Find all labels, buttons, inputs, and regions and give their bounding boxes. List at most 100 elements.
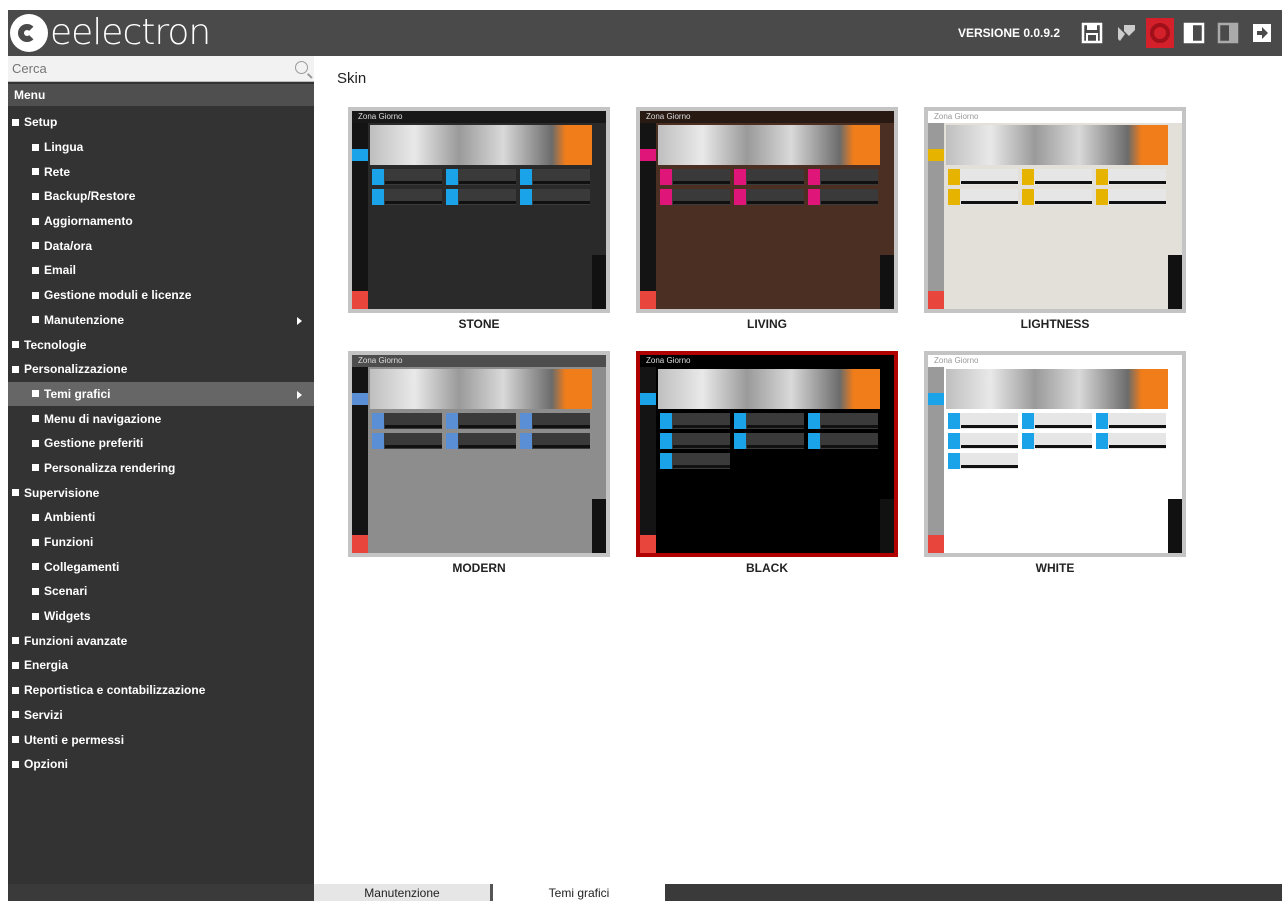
save-icon[interactable] bbox=[1078, 18, 1106, 48]
menu-item-backup-restore[interactable]: Backup/Restore bbox=[8, 184, 314, 209]
skin-lightness[interactable]: Zona Giorno LIGHTNESS bbox=[924, 107, 1186, 331]
panel-left-icon[interactable] bbox=[1180, 18, 1208, 48]
widget-icon bbox=[734, 413, 746, 429]
menu-item-label: Gestione preferiti bbox=[44, 436, 144, 451]
skin-widget-card bbox=[1022, 189, 1092, 205]
logo-text: eelectron bbox=[50, 12, 211, 53]
skin-accent-swatch bbox=[352, 393, 368, 405]
widget-icon bbox=[808, 169, 820, 185]
menu-item-label: Servizi bbox=[24, 707, 63, 722]
widget-icon bbox=[948, 433, 960, 449]
menu-item-scenari[interactable]: Scenari bbox=[8, 579, 314, 604]
menu-item-servizi[interactable]: Servizi bbox=[8, 703, 314, 728]
skin-thumbnail[interactable]: Zona Giorno bbox=[636, 107, 898, 313]
menu-item-gestione-moduli[interactable]: Gestione moduli e licenze bbox=[8, 283, 314, 308]
menu-item-opzioni[interactable]: Opzioni bbox=[8, 752, 314, 777]
skin-stone[interactable]: Zona Giorno STONE bbox=[348, 107, 610, 331]
menu-item-supervisione[interactable]: Supervisione bbox=[8, 480, 314, 505]
bottom-tab-bar: Manutenzione Temi grafici bbox=[8, 884, 1282, 901]
search-icon[interactable] bbox=[295, 61, 308, 74]
tab-temi-grafici[interactable]: Temi grafici bbox=[493, 884, 665, 901]
widget-icon bbox=[808, 189, 820, 205]
skin-thumbnail[interactable]: Zona Giorno bbox=[348, 107, 610, 313]
skin-accent-swatch bbox=[928, 149, 944, 161]
widget-bar bbox=[821, 425, 878, 428]
widget-bar bbox=[747, 181, 804, 184]
menu-item-gestione-preferiti[interactable]: Gestione preferiti bbox=[8, 431, 314, 456]
menu-item-personalizzazione[interactable]: Personalizzazione bbox=[8, 357, 314, 382]
menu-item-lingua[interactable]: Lingua bbox=[8, 135, 314, 160]
widget-bar bbox=[459, 425, 516, 428]
skin-room-photo bbox=[370, 125, 592, 165]
bullet-icon bbox=[32, 513, 39, 521]
widget-icon bbox=[1022, 169, 1034, 185]
skin-widget-card bbox=[1096, 189, 1166, 205]
skin-alarm-button bbox=[640, 535, 656, 553]
menu-item-utenti-permessi[interactable]: Utenti e permessi bbox=[8, 727, 314, 752]
bullet-icon bbox=[32, 217, 39, 225]
skin-alarm-button bbox=[640, 291, 656, 309]
widget-bar bbox=[1109, 425, 1166, 428]
widget-icon bbox=[660, 189, 672, 205]
lifebuoy-icon[interactable] bbox=[1146, 18, 1174, 48]
skin-widget-card bbox=[446, 189, 516, 205]
bullet-icon bbox=[32, 538, 39, 546]
search-input[interactable] bbox=[8, 56, 286, 80]
eelectron-logo: eelectron bbox=[10, 12, 211, 53]
menu-list: Setup Lingua Rete Backup/Restore Aggiorn… bbox=[8, 110, 314, 777]
wrench-icon[interactable] bbox=[1112, 18, 1140, 48]
menu-item-tecnologie[interactable]: Tecnologie bbox=[8, 332, 314, 357]
bullet-icon bbox=[12, 711, 19, 719]
widget-icon bbox=[1022, 433, 1034, 449]
menu-item-data-ora[interactable]: Data/ora bbox=[8, 233, 314, 258]
skin-label: BLACK bbox=[746, 561, 788, 575]
menu-item-widgets[interactable]: Widgets bbox=[8, 604, 314, 629]
sidebar: Menu Setup Lingua Rete Backup/Restore Ag… bbox=[8, 56, 314, 884]
skin-thumbnail[interactable]: Zona Giorno bbox=[924, 107, 1186, 313]
menu-item-reportistica[interactable]: Reportistica e contabilizzazione bbox=[8, 678, 314, 703]
panel-right-icon[interactable] bbox=[1214, 18, 1242, 48]
skin-modern[interactable]: Zona Giorno MODERN bbox=[348, 351, 610, 575]
widget-icon bbox=[948, 169, 960, 185]
bullet-icon bbox=[32, 587, 39, 595]
skin-thumbnail[interactable]: Zona Giorno bbox=[636, 351, 898, 557]
skin-living[interactable]: Zona Giorno LIVING bbox=[636, 107, 898, 331]
menu-item-rete[interactable]: Rete bbox=[8, 159, 314, 184]
menu-item-funzioni-avanzate[interactable]: Funzioni avanzate bbox=[8, 628, 314, 653]
skin-widget-card bbox=[1096, 413, 1166, 429]
widget-icon bbox=[808, 433, 820, 449]
menu-item-aggiornamento[interactable]: Aggiornamento bbox=[8, 209, 314, 234]
menu-item-label: Widgets bbox=[44, 609, 91, 624]
menu-item-funzioni[interactable]: Funzioni bbox=[8, 530, 314, 555]
menu-item-energia[interactable]: Energia bbox=[8, 653, 314, 678]
skin-zone-title: Zona Giorno bbox=[928, 355, 1182, 367]
skin-widget-card bbox=[734, 433, 804, 449]
menu-item-label: Tecnologie bbox=[24, 337, 87, 352]
skin-thumbnail[interactable]: Zona Giorno bbox=[348, 351, 610, 557]
skin-widget-card bbox=[948, 433, 1018, 449]
menu-item-personalizza-rendering[interactable]: Personalizza rendering bbox=[8, 456, 314, 481]
widget-bar bbox=[385, 445, 442, 448]
menu-item-ambienti[interactable]: Ambienti bbox=[8, 505, 314, 530]
skin-thumbnail[interactable]: Zona Giorno bbox=[924, 351, 1186, 557]
menu-item-manutenzione[interactable]: Manutenzione bbox=[8, 308, 314, 333]
skin-alarm-button bbox=[352, 291, 368, 309]
skin-widget-card bbox=[948, 169, 1018, 185]
menu-item-temi-grafici[interactable]: Temi grafici bbox=[8, 381, 314, 407]
exit-icon[interactable] bbox=[1248, 18, 1276, 48]
widget-bar bbox=[673, 445, 730, 448]
widget-bar bbox=[459, 445, 516, 448]
menu-item-label: Personalizzazione bbox=[24, 362, 128, 377]
skin-accent-swatch bbox=[928, 393, 944, 405]
tab-manutenzione[interactable]: Manutenzione bbox=[314, 884, 493, 901]
widget-bar bbox=[747, 201, 804, 204]
widget-bar bbox=[673, 465, 730, 468]
menu-item-setup[interactable]: Setup bbox=[8, 110, 314, 135]
menu-item-label: Email bbox=[44, 263, 77, 278]
menu-item-menu-navigazione[interactable]: Menu di navigazione bbox=[8, 406, 314, 431]
skin-widget-card bbox=[372, 189, 442, 205]
menu-item-collegamenti[interactable]: Collegamenti bbox=[8, 554, 314, 579]
skin-black[interactable]: Zona Giorno BLACK bbox=[636, 351, 898, 575]
skin-white[interactable]: Zona Giorno WHITE bbox=[924, 351, 1186, 575]
menu-item-email[interactable]: Email bbox=[8, 258, 314, 283]
